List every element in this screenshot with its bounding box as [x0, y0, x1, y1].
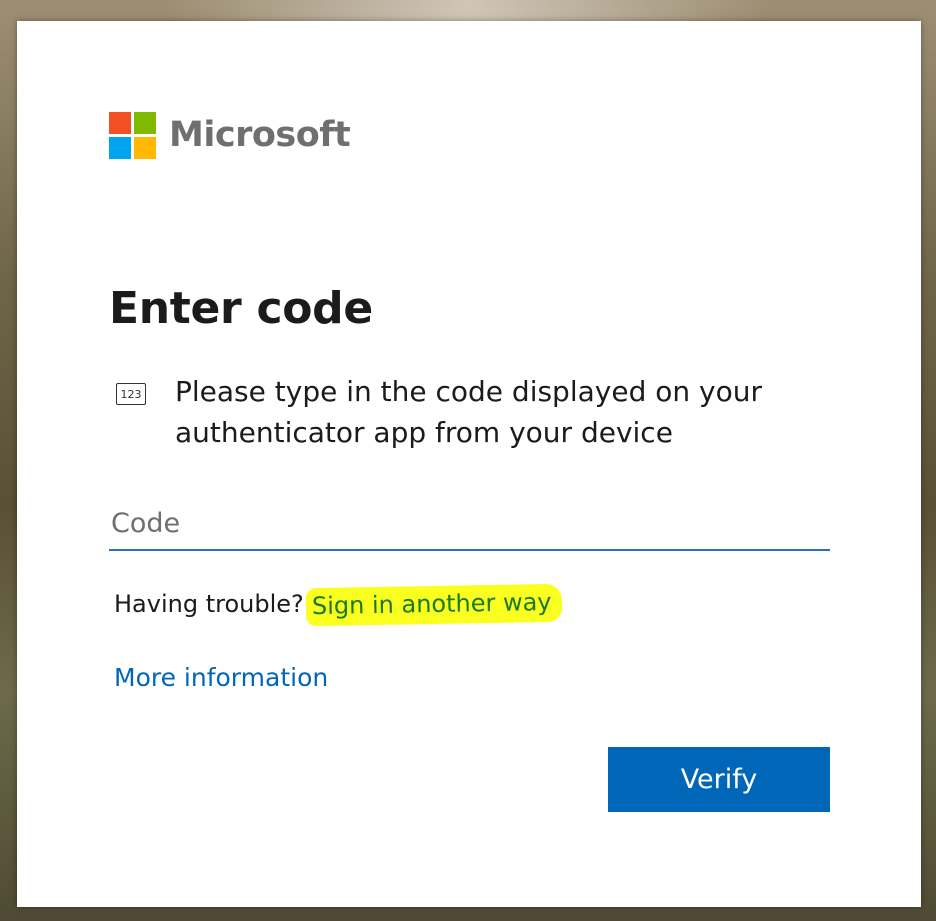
logo-square-red — [109, 111, 131, 134]
verify-button[interactable]: Verify — [608, 747, 830, 812]
logo-square-green — [134, 111, 156, 134]
keypad-code-icon: 123 — [116, 383, 146, 405]
trouble-text: Having trouble? — [114, 590, 304, 618]
sign-in-another-way-link[interactable]: Sign in another way — [305, 583, 562, 627]
trouble-row: Having trouble? Sign in another way — [114, 583, 562, 627]
instruction-row: 123 Please type in the code displayed on… — [116, 371, 816, 453]
signin-dialog: Microsoft Enter code 123 Please type in … — [17, 21, 921, 907]
page-title: Enter code — [109, 283, 373, 334]
logo-square-blue — [109, 136, 131, 159]
logo-square-yellow — [134, 136, 156, 159]
code-input[interactable] — [109, 497, 830, 551]
microsoft-logo-icon — [109, 111, 156, 159]
instruction-text: Please type in the code displayed on you… — [175, 375, 762, 449]
more-information-link[interactable]: More information — [114, 663, 328, 692]
brand-name: Microsoft — [169, 115, 351, 155]
microsoft-logo: Microsoft — [109, 111, 351, 159]
